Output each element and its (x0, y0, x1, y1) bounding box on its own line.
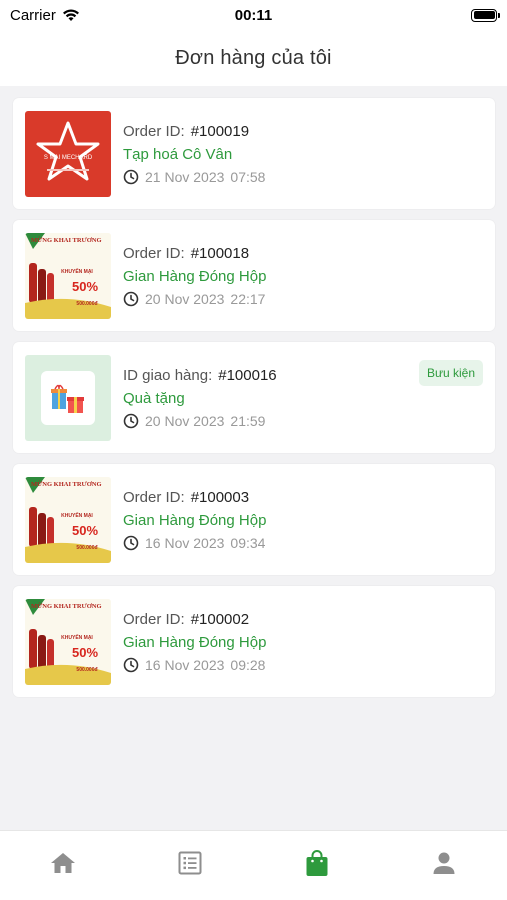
order-id-value: #100018 (190, 244, 250, 262)
order-info: Order ID: #100019 Tạp hoá Cô Vân 21 Nov … (123, 123, 265, 185)
order-id-row: Order ID: #100003 (123, 489, 266, 506)
order-id-value: #100019 (190, 122, 250, 140)
tab-home[interactable] (33, 841, 93, 885)
store-name: Gian Hàng Đóng Hộp (123, 267, 267, 285)
order-info: ID giao hàng: #100016 Quà tặng 20 Nov 20… (123, 367, 277, 429)
order-datetime: 21 Nov 2023 07:58 (123, 169, 265, 185)
user-icon (433, 852, 455, 874)
order-date: 21 Nov 2023 (145, 168, 225, 185)
promo-price: 500.000đ (76, 301, 98, 307)
gift-icon (51, 384, 84, 413)
list-icon (178, 851, 202, 874)
order-datetime: 20 Nov 2023 22:17 (123, 291, 266, 307)
clock-icon (123, 657, 139, 672)
clock-icon (123, 169, 139, 184)
order-card[interactable]: MỪNG KHAI TRƯƠNG KHUYẾN MẠI 50% 500.000đ… (13, 464, 495, 575)
order-card[interactable]: S MAI MECHARD Order ID: #100019 Tạp hoá … (13, 98, 495, 209)
star-logo-icon: S MAI MECHARD (36, 121, 100, 180)
promo-thumbnail: MỪNG KHAI TRƯƠNG KHUYẾN MẠI 50% 500.000đ (25, 232, 111, 319)
promo-label: KHUYẾN MẠI (61, 512, 93, 519)
shopping-bag-icon (306, 849, 328, 876)
promo-banner-image: MỪNG KHAI TRƯƠNG KHUYẾN MẠI 50% 500.000đ (25, 598, 111, 685)
order-time: 22:17 (230, 290, 266, 307)
store-name: Gian Hàng Đóng Hộp (123, 633, 267, 651)
order-datetime: 20 Nov 2023 21:59 (123, 413, 277, 429)
gift-thumbnail (25, 354, 111, 441)
order-datetime: 16 Nov 2023 09:28 (123, 657, 266, 673)
order-time: 07:58 (230, 168, 266, 185)
parcel-badge: Bưu kiện (418, 360, 483, 386)
order-id-row: Order ID: #100002 (123, 611, 266, 628)
order-card[interactable]: ID giao hàng: #100016 Quà tặng 20 Nov 20… (13, 342, 495, 453)
promo-discount: 50% (72, 279, 98, 294)
promo-price: 500.000đ (76, 545, 98, 551)
status-bar: Carrier 00:11 (0, 0, 507, 30)
battery-icon (471, 8, 500, 22)
promo-thumbnail: MỪNG KHAI TRƯƠNG KHUYẾN MẠI 50% 500.000đ (25, 598, 111, 685)
logo-text: S MAI MECHARD (44, 155, 93, 161)
clock-icon (123, 413, 139, 428)
status-left: Carrier (10, 7, 80, 24)
order-date: 20 Nov 2023 (145, 290, 225, 307)
order-id-label: Order ID: (123, 122, 185, 140)
order-date: 16 Nov 2023 (145, 534, 225, 551)
carrier-label: Carrier (10, 6, 56, 24)
order-info: Order ID: #100018 Gian Hàng Đóng Hộp 20 … (123, 245, 266, 307)
promo-title: MỪNG KHAI TRƯƠNG (31, 480, 102, 488)
store-name: Quà tặng (123, 389, 185, 407)
order-info: Order ID: #100002 Gian Hàng Đóng Hộp 16 … (123, 611, 266, 673)
promo-price: 500.000đ (76, 667, 98, 673)
order-info: Order ID: #100003 Gian Hàng Đóng Hộp 16 … (123, 489, 266, 551)
gift-image-frame (41, 370, 95, 425)
page-header: Đơn hàng của tôi (0, 30, 507, 86)
order-list: S MAI MECHARD Order ID: #100019 Tạp hoá … (13, 98, 495, 697)
order-time: 21:59 (230, 412, 266, 429)
promo-banner-image: MỪNG KHAI TRƯƠNG KHUYẾN MẠI 50% 500.000đ (25, 476, 111, 563)
store-name: Tạp hoá Cô Vân (123, 145, 233, 163)
order-id-row: ID giao hàng: #100016 (123, 367, 277, 384)
order-datetime: 16 Nov 2023 09:34 (123, 535, 266, 551)
promo-banner-image: MỪNG KHAI TRƯƠNG KHUYẾN MẠI 50% 500.000đ (25, 232, 111, 319)
order-id-row: Order ID: #100018 (123, 245, 266, 262)
promo-thumbnail: MỪNG KHAI TRƯƠNG KHUYẾN MẠI 50% 500.000đ (25, 476, 111, 563)
order-time: 09:28 (230, 656, 266, 673)
home-icon (51, 852, 76, 873)
order-date: 16 Nov 2023 (145, 656, 225, 673)
promo-label: KHUYẾN MẠI (61, 268, 93, 275)
store-logo-thumbnail: S MAI MECHARD (25, 110, 111, 197)
order-id-value: #100002 (190, 610, 250, 628)
order-id-value: #100003 (190, 488, 250, 506)
promo-title: MỪNG KHAI TRƯƠNG (31, 236, 102, 244)
order-id-label: ID giao hàng: (123, 366, 213, 384)
order-id-label: Order ID: (123, 244, 185, 262)
clock-icon (123, 291, 139, 306)
store-name: Gian Hàng Đóng Hộp (123, 511, 267, 529)
order-card[interactable]: MỪNG KHAI TRƯƠNG KHUYẾN MẠI 50% 500.000đ… (13, 220, 495, 331)
order-date: 20 Nov 2023 (145, 412, 225, 429)
promo-label: KHUYẾN MẠI (61, 634, 93, 641)
order-time: 09:34 (230, 534, 266, 551)
promo-discount: 50% (72, 645, 98, 660)
clock-time: 00:11 (234, 6, 273, 24)
clock-icon (123, 535, 139, 550)
tab-orders-list[interactable] (160, 841, 220, 885)
promo-discount: 50% (72, 523, 98, 538)
order-id-value: #100016 (218, 366, 277, 384)
bottom-tab-bar (0, 830, 507, 900)
order-id-row: Order ID: #100019 (123, 123, 265, 140)
wifi-icon (62, 9, 79, 21)
order-card[interactable]: MỪNG KHAI TRƯƠNG KHUYẾN MẠI 50% 500.000đ… (13, 586, 495, 697)
order-id-label: Order ID: (123, 488, 185, 506)
page-title: Đơn hàng của tôi (175, 46, 332, 69)
tab-profile[interactable] (414, 841, 474, 885)
promo-title: MỪNG KHAI TRƯƠNG (31, 602, 102, 610)
order-id-label: Order ID: (123, 610, 185, 628)
tab-my-orders[interactable] (287, 841, 347, 885)
